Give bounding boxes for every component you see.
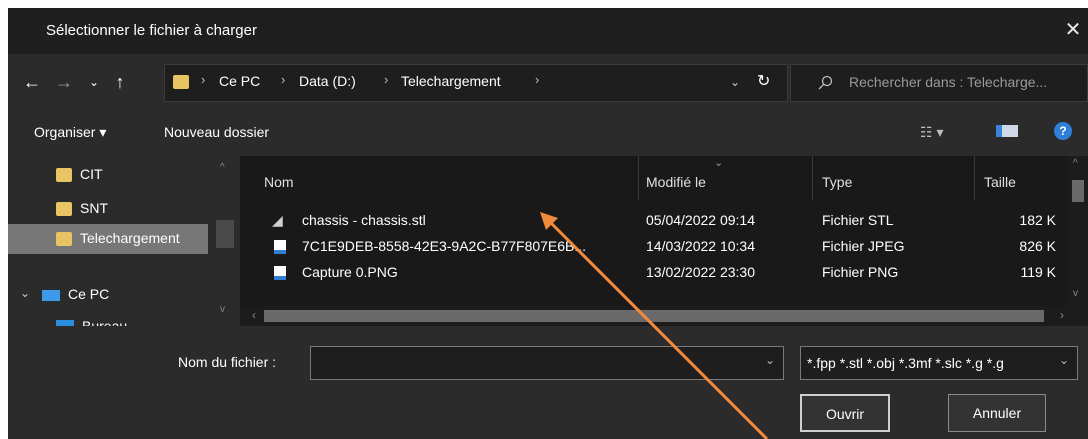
chevron-up-icon[interactable]: ^ <box>220 162 225 173</box>
close-icon[interactable]: ✕ <box>1058 15 1088 45</box>
title-bar: Sélectionner le fichier à charger ✕ <box>8 8 1088 54</box>
file-name: chassis - chassis.stl <box>302 212 426 228</box>
column-divider[interactable] <box>638 156 639 200</box>
file-size: 119 K <box>1020 264 1056 280</box>
table-row[interactable]: 7C1E9DEB-8558-42E3-9A2C-B77F807E6B... 14… <box>240 234 1056 260</box>
dialog-footer: Nom du fichier : ⌄ *.fpp *.stl *.obj *.3… <box>8 326 1088 439</box>
file-type: Fichier STL <box>822 212 894 228</box>
breadcrumb-data-d[interactable]: Data (D:) <box>299 73 356 89</box>
sidebar-item-label: Ce PC <box>68 286 110 302</box>
file-list: Nom ⌄ Modifié le Type Taille ◢ chassis -… <box>240 156 1088 326</box>
sidebar-item-label: Telechargement <box>80 230 180 246</box>
table-row[interactable]: ◢ chassis - chassis.stl 05/04/2022 09:14… <box>240 208 1056 234</box>
filename-label: Nom du fichier : <box>178 354 277 370</box>
file-type-filter-value: *.fpp *.stl *.obj *.3mf *.slc *.g *.g <box>807 355 1004 371</box>
organize-menu[interactable]: Organiser ▾ <box>34 124 106 141</box>
address-bar[interactable]: › Ce PC › Data (D:) › Telechargement › ⌄… <box>164 64 788 102</box>
chevron-down-icon[interactable]: ⌄ <box>1059 353 1069 367</box>
scroll-thumb[interactable] <box>216 220 234 248</box>
sidebar-item-cit[interactable]: CIT <box>8 160 208 190</box>
file-type: Fichier PNG <box>822 264 899 280</box>
chevron-up-icon[interactable]: ^ <box>1073 158 1078 169</box>
horizontal-scrollbar[interactable]: ‹ › <box>240 306 1088 326</box>
chevron-left-icon[interactable]: ‹ <box>252 308 256 322</box>
file-size: 826 K <box>1019 238 1056 254</box>
sidebar-item-label: Bureau <box>82 318 128 326</box>
chevron-down-icon[interactable]: ⌄ <box>20 286 30 300</box>
window-title: Sélectionner le fichier à charger <box>46 22 257 39</box>
sidebar-item-telechargement[interactable]: Telechargement <box>8 224 208 254</box>
sidebar-item-bureau[interactable]: Bureau <box>8 312 208 326</box>
sidebar-item-label: SNT <box>80 200 108 216</box>
file-open-dialog: Sélectionner le fichier à charger ✕ ← → … <box>8 8 1088 439</box>
filename-field[interactable]: ⌄ <box>310 346 784 380</box>
chevron-down-icon[interactable]: ⌄ <box>765 353 775 367</box>
help-icon[interactable]: ? <box>1054 122 1072 140</box>
column-header-type[interactable]: Type <box>822 174 852 190</box>
table-row[interactable]: Capture 0.PNG 13/02/2022 23:30 Fichier P… <box>240 260 1056 286</box>
file-type: Fichier JPEG <box>822 238 905 254</box>
chevron-down-icon[interactable]: ⌄ <box>82 70 106 94</box>
arrow-left-icon[interactable]: ← <box>20 70 44 94</box>
search-placeholder: Rechercher dans : Telecharge... <box>849 74 1048 90</box>
folder-icon <box>56 202 72 216</box>
search-icon <box>818 75 833 90</box>
breadcrumb-separator: › <box>201 72 206 87</box>
arrow-up-icon[interactable]: ↑ <box>108 70 132 94</box>
breadcrumb-separator: › <box>281 72 286 87</box>
column-header-size[interactable]: Taille <box>984 174 1016 190</box>
file-modified: 05/04/2022 09:14 <box>646 212 755 228</box>
column-divider[interactable] <box>974 156 975 200</box>
sidebar-item-label: CIT <box>80 166 103 182</box>
sort-chevron-icon: ⌄ <box>714 157 724 169</box>
sidebar-scrollbar[interactable]: ^ v <box>214 156 236 326</box>
image-file-icon <box>274 266 286 280</box>
file-modified: 14/03/2022 10:34 <box>646 238 755 254</box>
breadcrumb-separator: › <box>535 72 540 87</box>
chevron-down-icon[interactable]: v <box>1073 288 1078 299</box>
open-button[interactable]: Ouvrir <box>800 394 890 432</box>
folder-icon <box>56 232 72 246</box>
sidebar-item-snt[interactable]: SNT <box>8 194 208 224</box>
chevron-right-icon[interactable]: › <box>1060 308 1064 322</box>
sidebar-item-ce-pc[interactable]: ⌄ Ce PC <box>8 280 208 310</box>
vertical-scrollbar[interactable]: ^ v <box>1068 156 1088 306</box>
command-bar: Organiser ▾ Nouveau dossier ☷ ▾ ? <box>8 116 1088 148</box>
view-list-icon[interactable]: ☷ ▾ <box>920 124 943 141</box>
chevron-down-icon[interactable]: ⌄ <box>730 75 740 89</box>
column-header-name[interactable]: Nom <box>264 174 294 190</box>
arrow-right-icon[interactable]: → <box>52 70 76 94</box>
file-type-filter[interactable]: *.fpp *.stl *.obj *.3mf *.slc *.g *.g ⌄ <box>800 346 1078 380</box>
breadcrumb-ce-pc[interactable]: Ce PC <box>219 73 260 89</box>
search-box[interactable]: Rechercher dans : Telecharge... <box>790 64 1088 102</box>
refresh-icon[interactable]: ↻ <box>757 71 770 91</box>
scroll-thumb[interactable] <box>1072 180 1084 202</box>
stl-file-icon: ◢ <box>272 212 283 228</box>
file-name: 7C1E9DEB-8558-42E3-9A2C-B77F807E6B... <box>302 238 587 254</box>
folder-icon <box>173 75 189 89</box>
file-modified: 13/02/2022 23:30 <box>646 264 755 280</box>
scroll-thumb[interactable] <box>264 310 1044 322</box>
column-divider[interactable] <box>812 156 813 200</box>
column-header-modified[interactable]: Modifié le <box>646 174 706 190</box>
breadcrumb-telechargement[interactable]: Telechargement <box>401 73 501 89</box>
folder-icon <box>56 168 72 182</box>
file-size: 182 K <box>1019 212 1056 228</box>
preview-pane-icon[interactable] <box>996 125 1018 137</box>
navigation-pane: CIT SNT Telechargement ⌄ Ce PC Bureau ^ … <box>8 156 236 326</box>
file-name: Capture 0.PNG <box>302 264 398 280</box>
image-file-icon <box>274 240 286 254</box>
new-folder-button[interactable]: Nouveau dossier <box>164 124 269 140</box>
computer-icon <box>42 290 60 301</box>
chevron-down-icon[interactable]: v <box>220 304 225 315</box>
breadcrumb-separator: › <box>384 72 389 87</box>
cancel-button[interactable]: Annuler <box>948 394 1046 432</box>
navigation-bar: ← → ⌄ ↑ › Ce PC › Data (D:) › Telecharge… <box>8 64 1088 104</box>
